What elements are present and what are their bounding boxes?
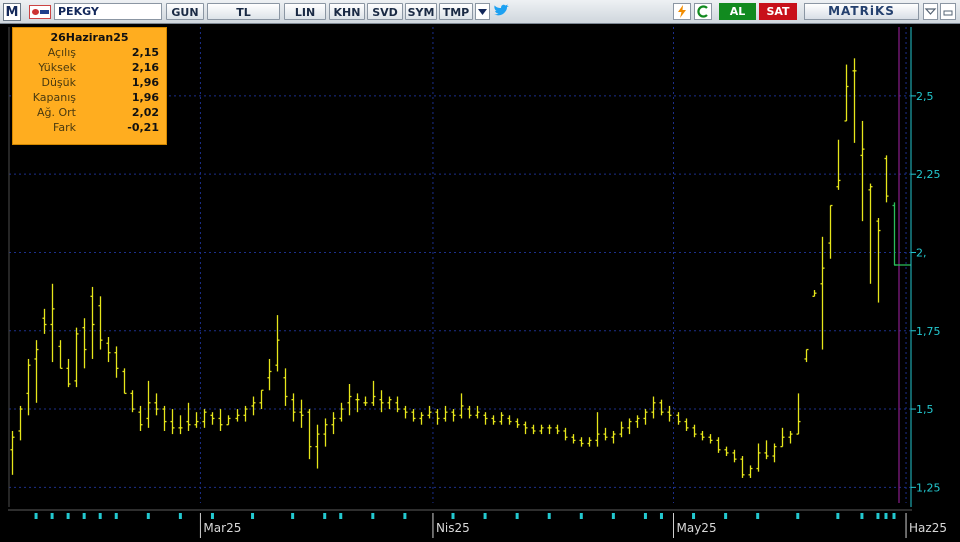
date-tick-mark: [251, 513, 255, 519]
symbol-input[interactable]: PEKGY: [54, 3, 162, 20]
scale-button[interactable]: LIN: [284, 3, 326, 20]
info-row-close: Kapanış 1,96: [13, 91, 166, 106]
window-options-icon[interactable]: [923, 3, 938, 20]
date-tick-mark: [892, 513, 896, 519]
date-tick-mark: [403, 513, 407, 519]
y-tick-label: 2,5: [916, 90, 934, 103]
date-tick-mark: [114, 513, 118, 519]
c-icon[interactable]: [694, 3, 712, 20]
date-tick-mark: [323, 513, 327, 519]
period-button[interactable]: GUN: [166, 3, 204, 20]
dropdown-arrow-icon[interactable]: [475, 3, 490, 20]
date-tick-mark: [451, 513, 455, 519]
info-label: Düşük: [41, 76, 76, 89]
info-row-high: Yüksek 2,16: [13, 61, 166, 76]
date-label: May25: [677, 521, 717, 535]
date-tick-mark: [66, 513, 70, 519]
info-value: -0,21: [127, 121, 159, 134]
info-label: Ağ. Ort: [37, 106, 76, 119]
toolbar: M PEKGY GUN TL LIN KHN SVD SYM TMP AL SA…: [0, 0, 960, 24]
date-tick-mark: [796, 513, 800, 519]
date-tick-mark: [836, 513, 840, 519]
date-tick-mark: [611, 513, 615, 519]
date-tick-mark: [724, 513, 728, 519]
date-tick-mark: [515, 513, 519, 519]
info-label: Açılış: [47, 46, 76, 59]
info-label: Yüksek: [38, 61, 76, 74]
y-tick-label: 1,5: [916, 403, 934, 416]
sell-button[interactable]: SAT: [759, 3, 797, 20]
currency-button[interactable]: TL: [207, 3, 280, 20]
info-label: Fark: [53, 121, 76, 134]
brand-label: MATRiKS: [804, 3, 919, 20]
date-axis: Mar25 Nis25 May25 Haz25: [8, 509, 947, 542]
date-tick-mark: [547, 513, 551, 519]
date-tick-mark: [178, 513, 182, 519]
info-box: 26Haziran25 Açılış 2,15 Yüksek 2,16 Düşük 1…: [12, 27, 167, 145]
twitter-icon[interactable]: [492, 3, 510, 20]
sym-button[interactable]: SYM: [405, 3, 437, 20]
date-tick-mark: [579, 513, 583, 519]
buy-button[interactable]: AL: [719, 3, 756, 20]
date-tick-mark: [210, 513, 214, 519]
date-tick-mark: [339, 513, 343, 519]
date-tick-mark: [692, 513, 696, 519]
svd-button[interactable]: SVD: [367, 3, 403, 20]
refresh-flash-icon[interactable]: [673, 3, 691, 20]
date-label: Mar25: [203, 521, 241, 535]
info-value: 2,02: [131, 106, 159, 119]
info-date: 26Haziran25: [50, 31, 129, 44]
y-tick-label: 2,: [916, 246, 927, 259]
date-label: Haz25: [909, 521, 947, 535]
date-tick-mark: [756, 513, 760, 519]
info-value: 1,96: [131, 76, 159, 89]
minimize-icon[interactable]: [940, 3, 956, 20]
y-tick-label: 2,25: [916, 168, 941, 181]
date-tick-mark: [98, 513, 102, 519]
y-tick-label: 1,25: [916, 481, 941, 494]
date-tick-mark: [876, 513, 880, 519]
date-label: Nis25: [436, 521, 470, 535]
tmp-button[interactable]: TMP: [439, 3, 473, 20]
info-row-low: Düşük 1,96: [13, 76, 166, 91]
date-tick-mark: [643, 513, 647, 519]
date-tick-mark: [483, 513, 487, 519]
info-row-average: Ağ. Ort 2,02: [13, 106, 166, 121]
date-tick-mark: [146, 513, 150, 519]
date-tick-mark: [371, 513, 375, 519]
info-row-open: Açılış 2,15: [13, 46, 166, 61]
info-value: 2,15: [131, 46, 159, 59]
info-row-change: Fark -0,21: [13, 121, 166, 136]
date-tick-mark: [82, 513, 86, 519]
info-value: 1,96: [131, 91, 159, 104]
info-label: Kapanış: [32, 91, 76, 104]
date-tick-mark: [860, 513, 864, 519]
y-tick-label: 1,75: [916, 325, 941, 338]
date-tick-mark: [50, 513, 54, 519]
date-tick-mark: [291, 513, 295, 519]
symbol-logo-icon: [29, 5, 51, 19]
date-tick-mark: [34, 513, 38, 519]
khn-button[interactable]: KHN: [329, 3, 365, 20]
date-tick-mark: [884, 513, 888, 519]
matriks-logo[interactable]: M: [3, 3, 21, 21]
info-value: 2,16: [131, 61, 159, 74]
date-tick-mark: [659, 513, 663, 519]
